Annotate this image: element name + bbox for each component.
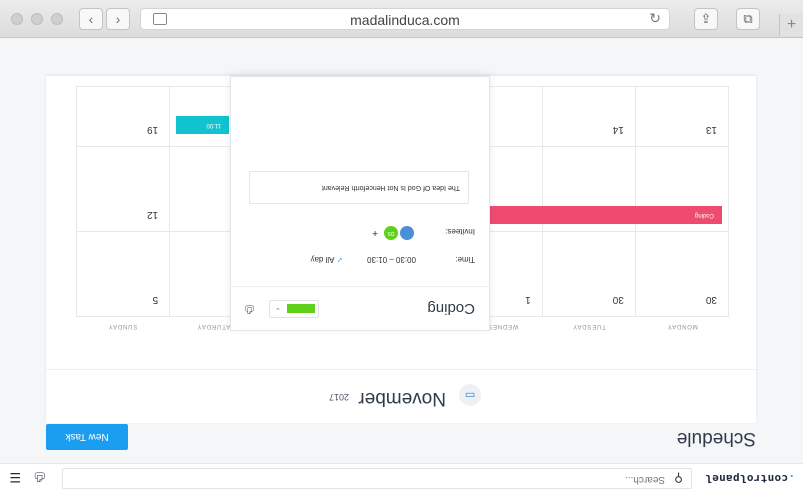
invitees-label: Invitees: xyxy=(445,227,475,236)
tabs-button[interactable]: ⧉ xyxy=(736,8,760,30)
calendar-icon[interactable]: ▭ xyxy=(459,384,481,406)
address-bar[interactable]: madalinduca.com ↻ xyxy=(140,8,670,30)
share-icon: ⇪ xyxy=(700,11,712,26)
chevron-down-icon: ⌄ xyxy=(275,306,281,313)
window-controls xyxy=(11,13,63,25)
zoom-window-button[interactable] xyxy=(51,13,63,25)
color-swatch xyxy=(287,304,315,313)
day-cell[interactable]: 13 xyxy=(634,86,728,146)
browser-toolbar: ‹ › madalinduca.com ↻ ⇪ ⧉ + xyxy=(0,0,803,38)
url-text: madalinduca.com xyxy=(350,12,460,28)
weekday-label: TUESDAY xyxy=(572,323,606,329)
day-number: 1 xyxy=(525,294,531,305)
web-viewport: .controlpanel ⚲ ⎙ ☰ Schedule New Task ▭ … xyxy=(0,38,803,493)
color-select[interactable]: ⌄ xyxy=(269,300,319,318)
search-icon: ⚲ xyxy=(674,471,683,485)
new-tab-button[interactable]: + xyxy=(779,14,803,36)
tabs-icon: ⧉ xyxy=(743,11,753,26)
day-number: 5 xyxy=(152,294,159,305)
reload-icon[interactable]: ↻ xyxy=(649,10,661,27)
add-invitee-button[interactable]: + xyxy=(372,227,378,238)
notification-icon[interactable]: ⎙ xyxy=(35,469,45,485)
popover-title: Coding xyxy=(427,300,475,317)
all-day-toggle[interactable]: ✓ All day xyxy=(311,255,344,264)
time-value[interactable]: 00:30 – 01:30 xyxy=(367,255,416,264)
new-task-button[interactable]: New Task xyxy=(46,424,128,450)
search-input[interactable] xyxy=(105,474,665,485)
day-number: 14 xyxy=(612,124,624,135)
weekday-label: SUNDAY xyxy=(107,323,138,329)
close-window-button[interactable] xyxy=(11,13,23,25)
back-button[interactable]: ‹ xyxy=(79,8,103,30)
plus-icon: + xyxy=(786,16,797,33)
search-box[interactable]: ⚲ xyxy=(62,468,692,489)
day-number: 19 xyxy=(147,124,159,135)
month-title: November xyxy=(358,388,446,409)
popover-header: Coding ⌄ ⎙ xyxy=(231,286,489,330)
event-coding[interactable]: Coding xyxy=(489,206,722,224)
menu-icon[interactable]: ☰ xyxy=(9,469,21,485)
day-cell[interactable]: 30 xyxy=(541,231,635,316)
calendar-header: ▭ November 2017 xyxy=(46,369,756,423)
minimize-window-button[interactable] xyxy=(31,13,43,25)
day-cell[interactable]: 5 xyxy=(76,231,170,316)
share-button[interactable]: ⇪ xyxy=(694,8,718,30)
chevron-right-icon: › xyxy=(115,11,121,27)
day-number: 13 xyxy=(705,124,717,135)
app-topbar: .controlpanel ⚲ ⎙ ☰ xyxy=(0,463,803,493)
chevron-left-icon: ‹ xyxy=(88,11,94,27)
all-day-label: All day xyxy=(310,255,335,264)
page-content: .controlpanel ⚲ ⎙ ☰ Schedule New Task ▭ … xyxy=(0,38,803,493)
day-number: 30 xyxy=(705,294,717,305)
event-note[interactable]: The Idea Of God Is Not Henceforth Releva… xyxy=(249,171,469,204)
trash-icon[interactable]: ⎙ xyxy=(245,302,254,315)
time-label: Time: xyxy=(455,255,475,264)
day-cell[interactable]: 14 xyxy=(541,86,635,146)
day-number: 30 xyxy=(612,294,624,305)
day-cell[interactable]: 30 xyxy=(634,231,728,316)
event-time-block[interactable]: 11:00 xyxy=(176,116,229,134)
avatar[interactable]: DS xyxy=(384,226,398,240)
day-cell[interactable]: 12 xyxy=(76,146,170,231)
event-popover: Coding ⌄ ⎙ Time: 00:30 – 01:30 ✓ All day… xyxy=(230,76,490,331)
app-logo[interactable]: .controlpanel xyxy=(705,472,795,485)
forward-button[interactable]: › xyxy=(106,8,130,30)
day-number: 12 xyxy=(147,209,159,220)
page-title: Schedule xyxy=(676,428,756,449)
year-label: 2017 xyxy=(328,392,349,402)
day-cell[interactable]: 19 xyxy=(76,86,170,146)
weekday-label: MONDAY xyxy=(667,323,698,329)
check-icon: ✓ xyxy=(336,255,343,264)
avatar[interactable] xyxy=(400,226,414,240)
